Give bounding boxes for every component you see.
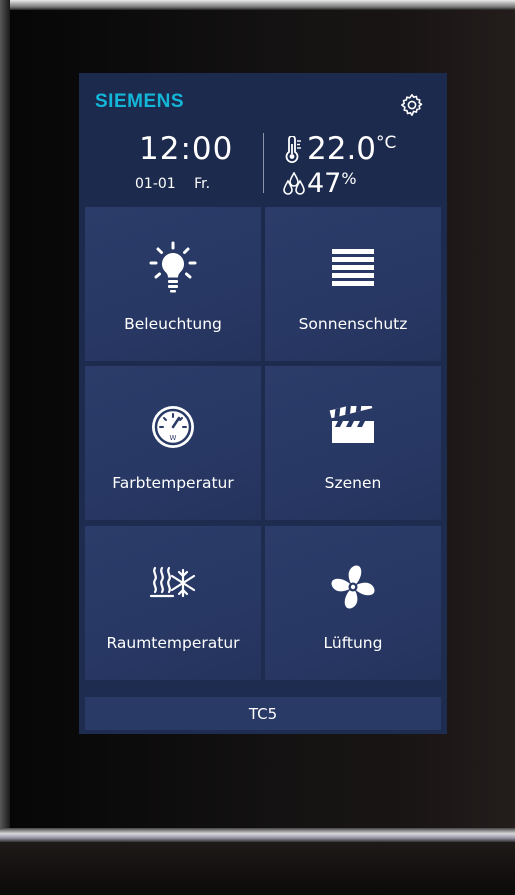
header-divider [263,133,264,193]
clapperboard-icon [329,406,374,443]
tile-label: Beleuchtung [124,315,222,333]
device-top-edge [0,0,515,10]
tile-lueftung[interactable]: Lüftung [265,526,441,680]
tile-label: Sonnenschutz [298,315,408,333]
light-bulb-icon [149,241,197,293]
fan-icon [331,565,375,609]
device-bottom-bezel [0,828,515,842]
device-base [0,842,515,895]
blinds-icon [332,249,374,286]
clock-time: 12:00 [139,131,234,167]
humidity-drops-icon [283,172,305,195]
gear-icon[interactable] [400,93,424,117]
thermometer-icon [285,136,301,163]
humidity-unit: % [341,169,357,188]
tile-raumtemperatur[interactable]: Raumtemperatur [85,526,261,680]
tile-sonnenschutz[interactable]: Sonnenschutz [265,207,441,361]
page-separator [85,684,441,694]
heat-cool-icon [149,566,196,598]
tile-beleuchtung[interactable]: Beleuchtung [85,207,261,361]
device-left-edge [0,0,10,895]
gauge-icon: W [152,406,194,448]
temperature-value: 22.0 [307,131,377,167]
footer-bar[interactable]: TC5 [85,697,441,730]
touch-screen: SIEMENS 12:00 01-01 Fr. 22.0°C 47% Beleu… [79,73,447,734]
clock-date: 01-01 Fr. [135,176,211,192]
temperature-unit: °C [376,133,397,153]
brand-logo: SIEMENS [95,91,185,112]
tile-label: Raumtemperatur [106,634,240,652]
status-header: SIEMENS 12:00 01-01 Fr. 22.0°C 47% [79,73,447,203]
temperature-readout: 22.0°C [307,131,396,167]
tile-szenen[interactable]: Szenen [265,366,441,520]
tile-label: Szenen [324,474,382,492]
tile-farbtemperatur[interactable]: W Farbtemperatur [85,366,261,520]
footer-label: TC5 [248,705,278,723]
humidity-readout: 47% [307,168,357,199]
tile-label: Farbtemperatur [112,474,234,492]
tile-label: Lüftung [323,634,383,652]
humidity-value: 47 [307,168,342,199]
svg-text:W: W [170,434,177,442]
